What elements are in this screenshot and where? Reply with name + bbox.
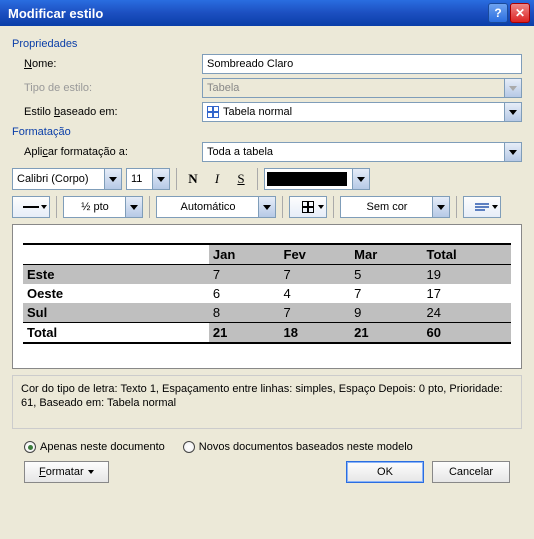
underline-button[interactable]: S — [231, 169, 251, 189]
chevron-down-icon — [41, 205, 47, 209]
separator — [257, 168, 258, 190]
separator — [149, 196, 150, 218]
name-label: Nome: — [24, 58, 56, 70]
titlebar-text: Modificar estilo — [4, 6, 486, 21]
table-row: Sul87924 — [23, 303, 511, 323]
chevron-down-icon — [504, 79, 521, 97]
table-header-row: Jan Fev Mar Total — [23, 244, 511, 265]
border-color-combo[interactable]: Automático — [156, 196, 276, 218]
chevron-down-icon[interactable] — [258, 197, 275, 217]
style-description: Cor do tipo de letra: Texto 1, Espaçamen… — [12, 375, 522, 429]
shading-combo[interactable]: Sem cor — [340, 196, 450, 218]
radio-icon — [24, 441, 36, 453]
radio-this-document[interactable]: Apenas neste documento — [24, 441, 165, 453]
name-input[interactable] — [202, 54, 522, 74]
radio-new-documents[interactable]: Novos documentos baseados neste modelo — [183, 441, 413, 453]
chevron-down-icon — [492, 205, 498, 209]
chevron-down-icon[interactable] — [125, 197, 142, 217]
based-on-label: Estilo baseado em: — [12, 106, 202, 118]
properties-section-label: Propriedades — [12, 38, 522, 50]
separator — [456, 196, 457, 218]
chevron-down-icon[interactable] — [504, 103, 521, 121]
table-row: Oeste64717 — [23, 284, 511, 303]
table-row: Este77519 — [23, 265, 511, 285]
chevron-down-icon[interactable] — [504, 143, 521, 161]
based-on-combo[interactable]: Tabela normal — [202, 102, 522, 122]
borders-button[interactable] — [289, 196, 327, 218]
separator — [333, 196, 334, 218]
cancel-button[interactable]: Cancelar — [432, 461, 510, 483]
chevron-down-icon — [88, 470, 94, 474]
ok-button[interactable]: OK — [346, 461, 424, 483]
preview-box: Jan Fev Mar Total Este77519 Oeste64717 S… — [12, 224, 522, 369]
table-total-row: Total21182160 — [23, 323, 511, 344]
italic-button[interactable]: I — [207, 169, 227, 189]
separator — [282, 196, 283, 218]
separator — [56, 196, 57, 218]
chevron-down-icon[interactable] — [432, 197, 449, 217]
font-size-combo[interactable]: 11 — [126, 168, 170, 190]
formatting-section-label: Formatação — [12, 126, 522, 138]
chevron-down-icon[interactable] — [104, 169, 121, 189]
chevron-down-icon — [318, 205, 324, 209]
apply-to-label: Aplicar formatação a: — [12, 146, 202, 158]
font-color-combo[interactable] — [264, 168, 370, 190]
chevron-down-icon[interactable] — [352, 169, 369, 189]
style-type-label: Tipo de estilo: — [12, 82, 202, 94]
bold-button[interactable]: N — [183, 169, 203, 189]
paragraph-icon — [475, 203, 489, 211]
help-button[interactable]: ? — [488, 3, 508, 23]
close-button[interactable]: ✕ — [510, 3, 530, 23]
apply-to-combo[interactable]: Toda a tabela — [202, 142, 522, 162]
separator — [176, 168, 177, 190]
radio-icon — [183, 441, 195, 453]
border-weight-combo[interactable]: ½ pto — [63, 196, 143, 218]
titlebar: Modificar estilo ? ✕ — [0, 0, 534, 26]
font-combo[interactable]: Calibri (Corpo) — [12, 168, 122, 190]
preview-table: Jan Fev Mar Total Este77519 Oeste64717 S… — [23, 243, 511, 344]
paragraph-button[interactable] — [463, 196, 501, 218]
style-type-combo: Tabela — [202, 78, 522, 98]
chevron-down-icon[interactable] — [152, 169, 169, 189]
border-style-button[interactable] — [12, 196, 50, 218]
grid-icon — [302, 201, 314, 213]
color-swatch — [267, 172, 347, 186]
table-icon — [207, 106, 219, 118]
format-button[interactable]: Formatar — [24, 461, 109, 483]
